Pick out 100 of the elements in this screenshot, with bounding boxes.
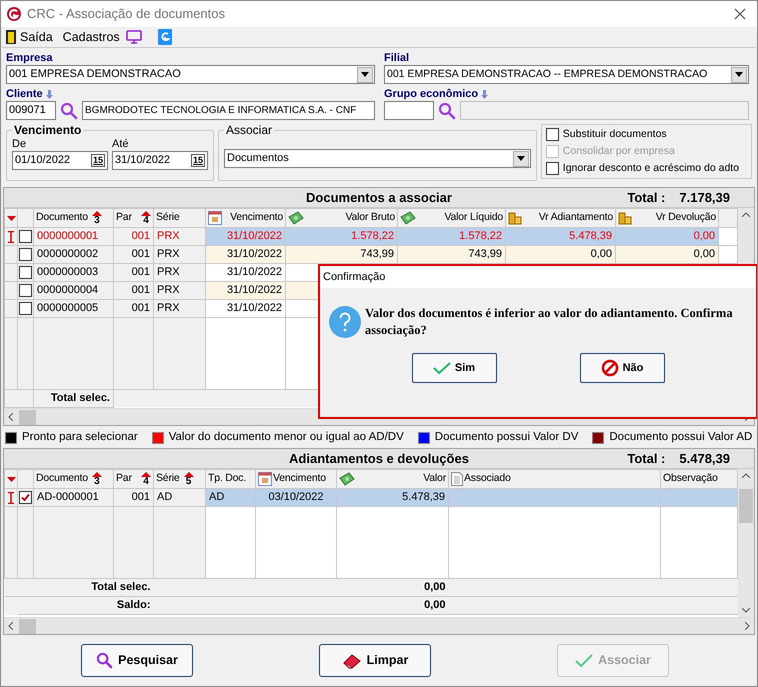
column-header[interactable]: Observação — [660, 470, 738, 488]
header-menu[interactable] — [4, 470, 18, 488]
checkbox[interactable] — [19, 302, 32, 315]
calendar-button[interactable]: 15 — [90, 154, 105, 167]
group-label: Vencimento — [14, 123, 82, 137]
arrow-up-icon[interactable] — [742, 212, 750, 217]
table-cell: PRX — [157, 248, 180, 260]
column-header[interactable]: Vr Adiantamento — [506, 208, 616, 228]
eraser-icon — [342, 652, 362, 668]
date-field[interactable]: 01/10/2022 15 — [12, 151, 108, 170]
scroll-thumb[interactable] — [19, 410, 36, 424]
option-checkbox[interactable]: Ignorar desconto e acréscimo do adto — [546, 161, 749, 176]
dropdown-triangle-icon — [6, 476, 16, 482]
arrow-up-icon[interactable] — [742, 473, 750, 478]
header-menu[interactable] — [4, 208, 18, 228]
monitor-icon[interactable] — [126, 30, 142, 44]
table-cell: 31/10/2022 — [226, 230, 282, 242]
window-title: CRC - Associação de documentos — [27, 5, 225, 24]
close-icon[interactable] — [734, 8, 746, 20]
arrow-right-icon[interactable] — [745, 622, 750, 630]
calendar-button[interactable]: 15 — [190, 154, 205, 167]
table-cell: 0000000003 — [37, 266, 98, 278]
checkbox[interactable] — [546, 128, 559, 141]
column-header[interactable]: Tp. Doc. — [206, 470, 256, 488]
panel-title: Documentos a associar — [306, 188, 452, 207]
search-icon[interactable] — [438, 102, 456, 120]
checkbox[interactable] — [19, 266, 32, 279]
row-cursor-icon — [8, 230, 14, 242]
arrow-left-icon[interactable] — [8, 622, 13, 630]
table-cell: 0000000002 — [37, 248, 98, 260]
dropdown-button[interactable] — [731, 66, 747, 82]
client-code-field[interactable]: 009071 — [6, 101, 56, 120]
option-checkbox[interactable]: Substituir documentos — [546, 127, 749, 142]
table-cell: AD — [209, 491, 224, 504]
sort-indicator-icon — [141, 210, 151, 216]
dropdown-button[interactable] — [512, 150, 529, 166]
arrow-down-icon — [46, 90, 53, 98]
column-header[interactable]: Documento 3 — [34, 470, 114, 488]
sort-order: 3 — [94, 476, 100, 486]
scroll-thumb[interactable] — [739, 489, 753, 523]
table-cell: 31/10/2022 — [226, 266, 282, 278]
client-name-field[interactable]: BGMRODOTEC TECNOLOGIA E INFORMATICA S.A. - CNF — [82, 101, 375, 120]
table-cell: 001 — [132, 230, 150, 242]
table-cell: 31/10/2022 — [226, 284, 282, 296]
company-dropdown[interactable]: 001 EMPRESA DEMONSTRACAO — [6, 65, 375, 84]
checkbox[interactable] — [19, 230, 32, 243]
scroll-thumb[interactable] — [19, 618, 36, 634]
total-selec-label: Total selec. — [91, 581, 150, 594]
vertical-scrollbar[interactable] — [738, 469, 754, 617]
arrow-left-icon[interactable] — [8, 413, 13, 421]
arrow-down-icon[interactable] — [742, 608, 750, 613]
column-header[interactable]: Série 5 — [154, 470, 206, 488]
table-cell: PRX — [157, 230, 180, 242]
checkbox[interactable] — [19, 248, 32, 261]
question-icon — [329, 306, 361, 338]
caret-icon — [516, 156, 525, 161]
sort-indicator-icon — [184, 472, 194, 476]
sort-order: 4 — [143, 476, 149, 486]
column-header[interactable]: Par 4 — [114, 208, 154, 228]
column-header[interactable]: Par 4 — [114, 470, 154, 488]
action-button[interactable]: Pesquisar — [81, 644, 193, 677]
associate-dropdown[interactable]: Documentos — [224, 149, 531, 168]
search-icon[interactable] — [60, 102, 78, 120]
column-header[interactable]: Valor Líquido — [398, 208, 506, 228]
panel-title: Adiantamentos e devoluções — [289, 450, 469, 468]
column-header[interactable]: Valor Bruto — [286, 208, 398, 228]
column-header[interactable]: Vencimento — [256, 470, 336, 488]
dialog-button[interactable]: Não — [580, 353, 664, 383]
checkbox[interactable] — [19, 284, 32, 297]
dialog-message: Valor dos documentos é inferior ao valor do adiantamento. Confirma associação? — [365, 305, 734, 339]
total-selec-label: Total selec. — [50, 392, 110, 404]
column-header[interactable]: Documento 3 — [34, 208, 114, 228]
calendar-icon — [258, 472, 272, 486]
checkbox[interactable] — [546, 162, 559, 175]
column-header[interactable]: Série — [154, 208, 206, 228]
branch-dropdown[interactable]: 001 EMPRESA DEMONSTRACAO -- EMPRESA DEMONSTRACAO — [384, 65, 749, 84]
app-badge-icon[interactable] — [158, 29, 172, 45]
document-icon — [451, 472, 463, 486]
column-header[interactable]: Valor — [336, 470, 448, 488]
dialog-title: Confirmação — [323, 270, 386, 285]
date-field[interactable]: 31/10/2022 15 — [112, 151, 208, 170]
table-cell: 0,00 — [590, 248, 612, 260]
horizontal-scrollbar[interactable] — [4, 617, 754, 634]
action-button[interactable]: Limpar — [319, 644, 431, 677]
calendar-icon — [208, 211, 222, 225]
dialog-button[interactable]: Sim — [412, 353, 496, 383]
menu-item[interactable]: Cadastros — [62, 28, 120, 46]
checkbox[interactable] — [19, 491, 32, 504]
group-name-field[interactable] — [460, 101, 749, 120]
table-cell: 001 — [132, 302, 150, 314]
group-code-field[interactable] — [384, 101, 434, 120]
group-label: Associar — [226, 123, 272, 137]
menu-item[interactable]: Saída — [6, 28, 53, 46]
column-header[interactable]: Vr Devolução — [616, 208, 718, 228]
search-icon[interactable] — [96, 652, 114, 669]
column-header[interactable]: Associado — [448, 470, 660, 488]
table-cell: PRX — [157, 302, 180, 314]
column-header[interactable]: Vencimento — [206, 208, 286, 228]
table-cell: 31/10/2022 — [226, 302, 282, 314]
dropdown-button[interactable] — [357, 66, 373, 82]
